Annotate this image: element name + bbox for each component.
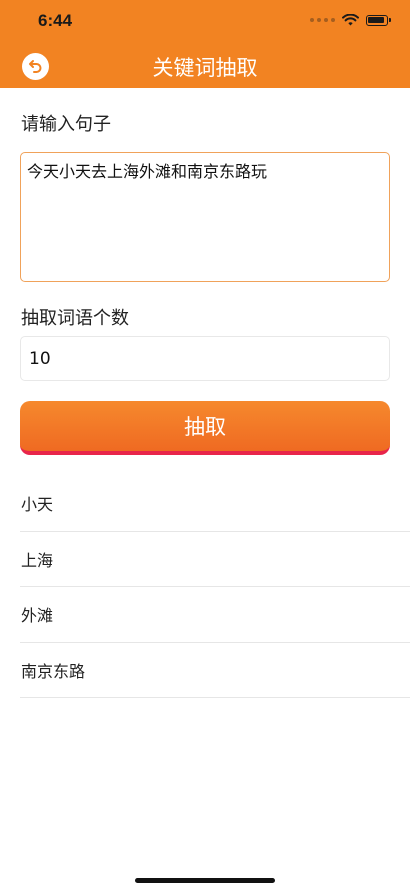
sentence-label: 请输入句子 bbox=[21, 114, 111, 135]
count-label: 抽取词语个数 bbox=[21, 308, 129, 329]
status-time: 6:44 bbox=[38, 11, 73, 30]
extract-button[interactable]: 抽取 bbox=[20, 401, 390, 455]
sentence-input[interactable]: 今天小天去上海外滩和南京东路玩 bbox=[20, 152, 390, 282]
list-item: 外滩 bbox=[20, 587, 410, 643]
page-title: 关键词抽取 bbox=[152, 56, 258, 80]
cellular-signal-icon bbox=[310, 18, 335, 22]
wifi-icon bbox=[342, 14, 359, 26]
list-item: 小天 bbox=[20, 476, 410, 532]
list-item: 上海 bbox=[20, 532, 410, 587]
list-item: 南京东路 bbox=[20, 643, 410, 698]
home-indicator bbox=[135, 878, 275, 883]
battery-icon bbox=[366, 14, 391, 26]
status-bar: 6:44 bbox=[0, 0, 410, 44]
status-icons bbox=[310, 14, 391, 26]
app-header: 6:44 关键词抽取 bbox=[0, 0, 410, 88]
nav-bar: 关键词抽取 bbox=[0, 44, 410, 88]
keyword-result-list: 小天 上海 外滩 南京东路 bbox=[20, 476, 410, 698]
count-input[interactable] bbox=[20, 336, 390, 381]
